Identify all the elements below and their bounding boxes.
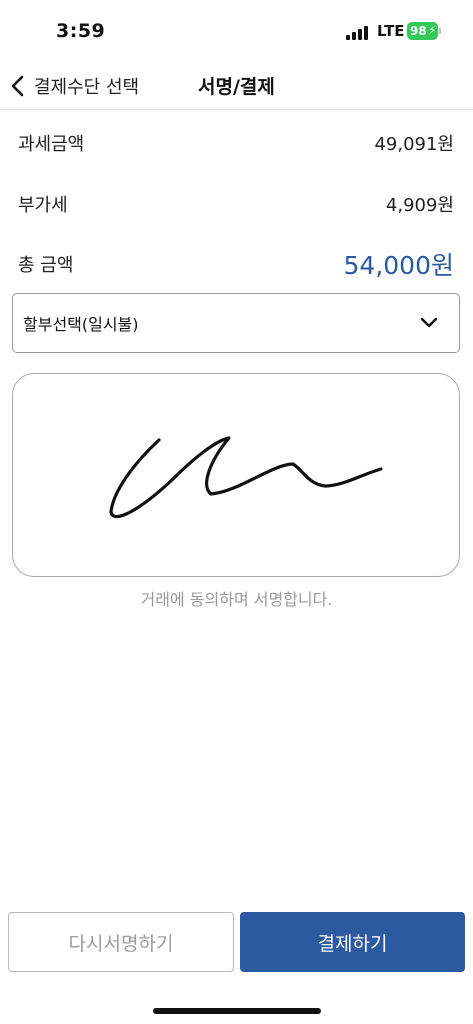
taxable-amount-row: 과세금액 49,091원 xyxy=(18,125,454,161)
signature-consent-text: 거래에 동의하며 서명합니다. xyxy=(140,590,333,609)
signature-stroke xyxy=(109,436,383,519)
total-amount-value: 54,000원 xyxy=(343,251,454,280)
back-label: 결제수단 선택 xyxy=(34,77,140,98)
battery-level: 98 xyxy=(410,24,427,38)
home-indicator xyxy=(153,1008,321,1014)
page-title: 서명/결제 xyxy=(198,76,275,98)
signature-pad[interactable] xyxy=(12,373,460,577)
pay-button[interactable]: 결제하기 xyxy=(240,912,465,972)
total-amount-label: 총 금액 xyxy=(18,255,74,276)
total-amount-row: 총 금액 54,000원 xyxy=(18,246,454,282)
chevron-down-icon xyxy=(420,317,438,328)
battery-icon: 98 ⚡ xyxy=(407,22,441,40)
network-type: LTE xyxy=(377,22,405,40)
resign-button[interactable]: 다시서명하기 xyxy=(8,912,234,972)
signal-strength-icon xyxy=(346,26,368,40)
status-time: 3:59 xyxy=(56,20,106,42)
status-bar: 3:59 LTE 98 ⚡ xyxy=(0,0,473,62)
installment-select[interactable]: 할부선택(일시불) xyxy=(12,293,460,353)
taxable-amount-label: 과세금액 xyxy=(18,134,85,155)
chevron-left-icon xyxy=(11,75,24,97)
installment-selected-value: 할부선택(일시불) xyxy=(23,315,139,334)
vat-row: 부가세 4,909원 xyxy=(18,186,454,222)
nav-bar: 결제수단 선택 서명/결제 xyxy=(0,62,473,110)
vat-value: 4,909원 xyxy=(385,195,454,216)
taxable-amount-value: 49,091원 xyxy=(374,134,454,155)
back-button[interactable]: 결제수단 선택 xyxy=(8,68,139,104)
vat-label: 부가세 xyxy=(18,195,68,216)
charging-bolt-icon: ⚡ xyxy=(428,24,436,37)
